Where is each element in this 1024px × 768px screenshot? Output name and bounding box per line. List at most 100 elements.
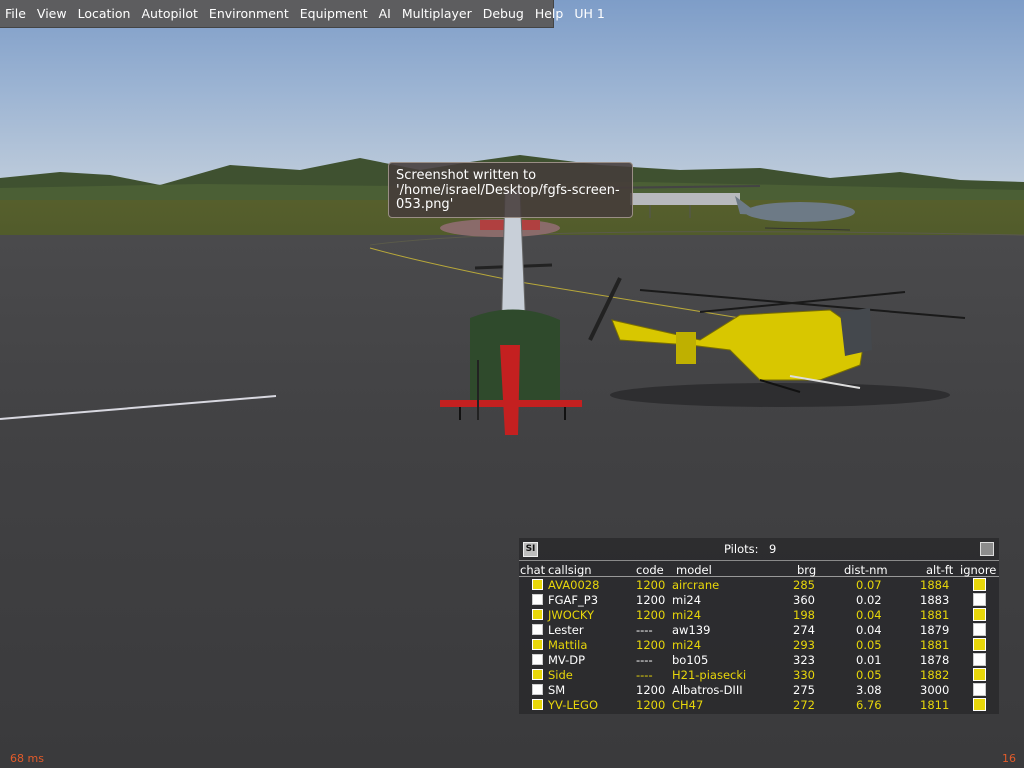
pilot-bearing: 275	[793, 683, 815, 697]
chat-checkbox[interactable]	[532, 579, 543, 590]
pilot-list-dialog: SI Pilots: 9 chat callsign code model br…	[519, 538, 999, 714]
frame-time: 68 ms	[10, 752, 44, 765]
chat-checkbox[interactable]	[532, 669, 543, 680]
pilot-model: CH47	[672, 698, 704, 712]
pilot-callsign: Mattila	[548, 638, 588, 652]
pilot-row: SM 1200 Albatros-DIII 275 3.08 3000	[519, 682, 999, 697]
pilot-bearing: 330	[793, 668, 815, 682]
col-alt: alt-ft	[926, 563, 954, 577]
menu-view[interactable]: View	[37, 6, 67, 21]
pilot-model: H21-piasecki	[672, 668, 747, 682]
pilot-code: 1200	[636, 698, 666, 712]
screenshot-tooltip: Screenshot written to '/home/israel/Desk…	[388, 162, 633, 218]
pilot-row: Mattila 1200 mi24 293 0.05 1881	[519, 637, 999, 652]
pilot-code: 1200	[636, 608, 666, 622]
pilot-code: 1200	[636, 593, 666, 607]
pilot-callsign: Side	[548, 668, 573, 682]
pilot-callsign: Lester	[548, 623, 584, 637]
pilot-code: 1200	[636, 683, 666, 697]
menu-location[interactable]: Location	[78, 6, 131, 21]
pilot-code: 1200	[636, 638, 666, 652]
menu-equipment[interactable]: Equipment	[300, 6, 368, 21]
pilots-title: Pilots:	[724, 542, 759, 556]
pilot-bearing: 272	[793, 698, 815, 712]
menu-debug[interactable]: Debug	[483, 6, 524, 21]
pilot-row: MV-DP ---- bo105 323 0.01 1878	[519, 652, 999, 667]
pilot-code: ----	[636, 623, 653, 637]
pilot-code: ----	[636, 668, 653, 682]
menu-autopilot[interactable]: Autopilot	[141, 6, 197, 21]
chat-checkbox[interactable]	[532, 639, 543, 650]
pilot-callsign: FGAF_P3	[548, 593, 599, 607]
bo105-helicopter	[588, 277, 966, 407]
chat-checkbox[interactable]	[532, 654, 543, 665]
col-ignore: ignore	[960, 563, 997, 577]
ignore-checkbox[interactable]	[973, 638, 986, 651]
pilot-altitude: 1881	[920, 638, 950, 652]
chat-checkbox[interactable]	[532, 609, 543, 620]
ignore-checkbox[interactable]	[973, 578, 986, 591]
pilot-model: Albatros-DIII	[672, 683, 743, 697]
pilot-list-header: SI Pilots: 9	[519, 538, 999, 561]
pilot-model: mi24	[672, 593, 702, 607]
pilot-altitude: 1811	[920, 698, 950, 712]
col-code: code	[636, 563, 664, 577]
pilot-rows: AVA0028 1200 aircrane 285 0.07 1884 FGAF_P3 120…	[519, 577, 999, 712]
menu-uh1[interactable]: UH 1	[574, 6, 604, 21]
col-chat: chat	[520, 563, 546, 577]
ignore-checkbox[interactable]	[973, 593, 986, 606]
ignore-checkbox[interactable]	[973, 668, 986, 681]
menu-environment[interactable]: Environment	[209, 6, 289, 21]
pilot-model: mi24	[672, 608, 702, 622]
ignore-checkbox[interactable]	[973, 698, 986, 711]
pilot-distance: 0.01	[856, 653, 882, 667]
menu-multiplayer[interactable]: Multiplayer	[402, 6, 472, 21]
pilot-altitude: 1879	[920, 623, 950, 637]
runway-marking	[0, 395, 277, 420]
col-model: model	[676, 563, 712, 577]
close-dialog-button[interactable]	[980, 542, 994, 556]
si-toggle-button[interactable]: SI	[523, 542, 538, 557]
ignore-checkbox[interactable]	[973, 623, 986, 636]
tooltip-line-3: 053.png'	[396, 197, 454, 212]
menu-help[interactable]: Help	[535, 6, 564, 21]
menu-bar: File View Location Autopilot Environment…	[0, 0, 605, 28]
ignore-checkbox[interactable]	[973, 683, 986, 696]
pilot-row: Lester ---- aw139 274 0.04 1879	[519, 622, 999, 637]
pilot-list-columns: chat callsign code model brg dist-nm alt…	[519, 561, 999, 577]
pilot-distance: 0.04	[856, 608, 882, 622]
pilot-distance: 0.07	[856, 578, 882, 592]
chat-checkbox[interactable]	[532, 699, 543, 710]
distant-helicopter-mi24	[735, 196, 855, 231]
chat-checkbox[interactable]	[532, 684, 543, 695]
tooltip-line-1: Screenshot written to	[396, 168, 537, 183]
ignore-checkbox[interactable]	[973, 608, 986, 621]
menu-ai[interactable]: AI	[379, 6, 391, 21]
chat-checkbox[interactable]	[532, 594, 543, 605]
pilot-distance: 0.05	[856, 638, 882, 652]
pilot-row: JWOCKY 1200 mi24 198 0.04 1881	[519, 607, 999, 622]
pilot-model: aircrane	[672, 578, 720, 592]
pilot-bearing: 198	[793, 608, 815, 622]
chat-checkbox[interactable]	[532, 624, 543, 635]
pilot-row: Side ---- H21-piasecki 330 0.05 1882	[519, 667, 999, 682]
pilot-model: bo105	[672, 653, 709, 667]
pilot-bearing: 274	[793, 623, 815, 637]
col-callsign: callsign	[548, 563, 592, 577]
pilot-row: YV-LEGO 1200 CH47 272 6.76 1811	[519, 697, 999, 712]
pilots-count: 9	[769, 542, 777, 556]
pilot-callsign: MV-DP	[548, 653, 586, 667]
ignore-checkbox[interactable]	[973, 653, 986, 666]
distant-helicopter-red	[440, 219, 560, 237]
pilot-bearing: 323	[793, 653, 815, 667]
col-dist: dist-nm	[844, 563, 888, 577]
pilot-altitude: 1884	[920, 578, 950, 592]
tooltip-line-2: '/home/israel/Desktop/fgfs-screen-	[396, 182, 620, 198]
menu-file[interactable]: File	[5, 6, 26, 21]
pilot-bearing: 293	[793, 638, 815, 652]
pilot-bearing: 360	[793, 593, 815, 607]
pilot-callsign: YV-LEGO	[548, 698, 599, 712]
pilot-distance: 3.08	[856, 683, 882, 697]
pilot-altitude: 1881	[920, 608, 950, 622]
pilot-model: aw139	[672, 623, 711, 637]
